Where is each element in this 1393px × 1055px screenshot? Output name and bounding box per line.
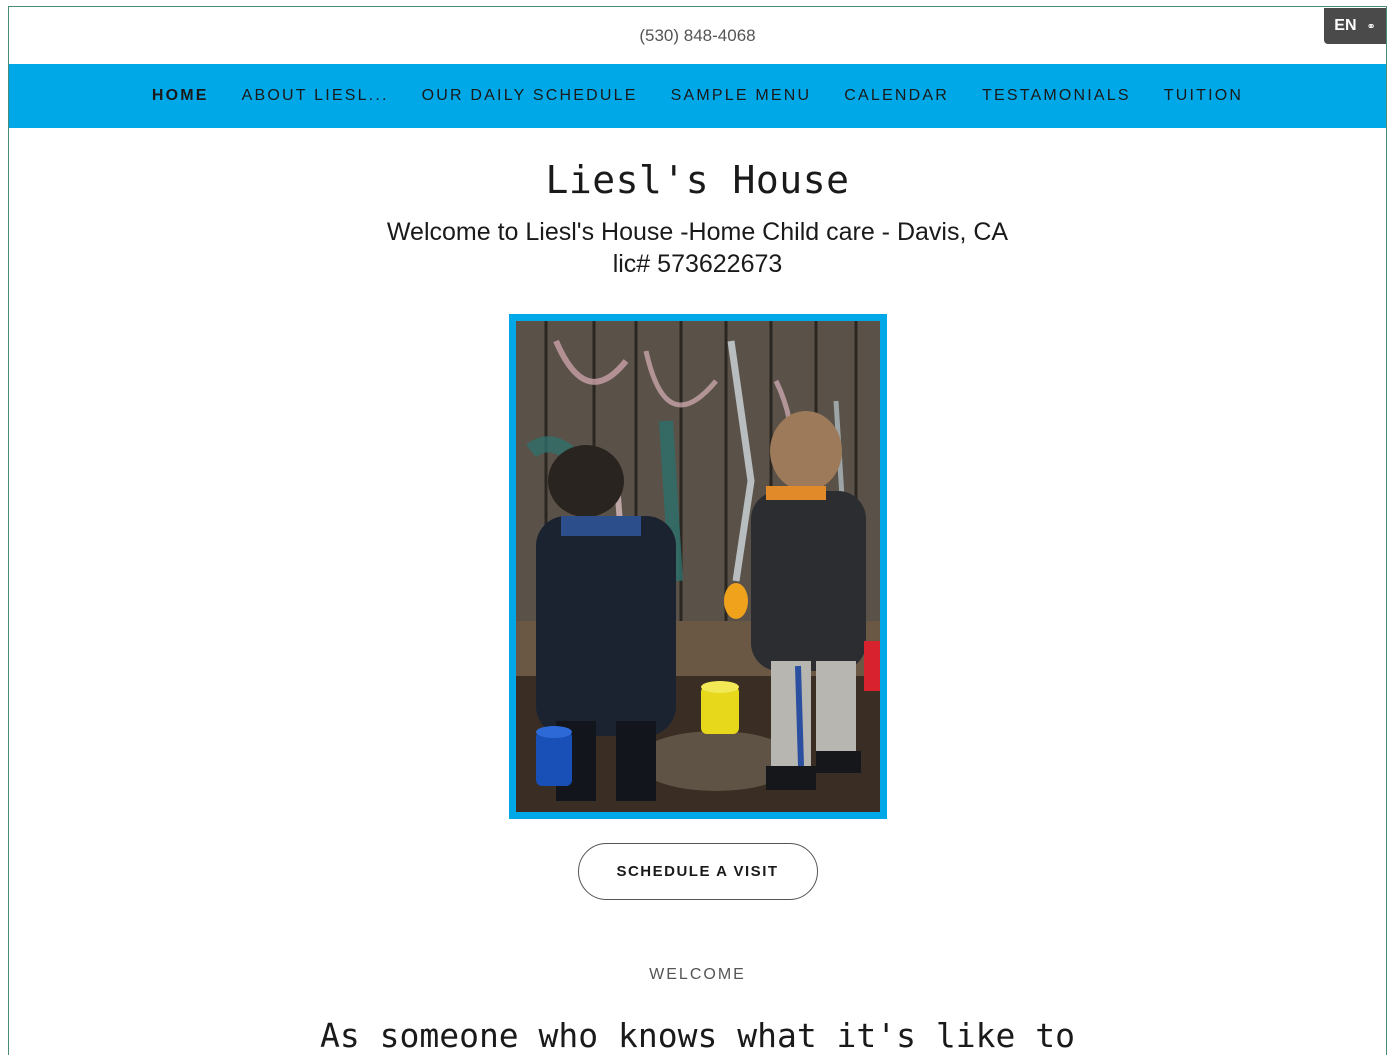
nav-item-about[interactable]: ABOUT LIESL... xyxy=(242,87,389,105)
nav-item-daily-schedule[interactable]: OUR DAILY SCHEDULE xyxy=(422,87,638,105)
welcome-label: WELCOME xyxy=(649,966,746,983)
page-frame: (530) 848-4068 EN ⚭ HOME ABOUT LIESL... … xyxy=(8,6,1387,1055)
nav-item-testimonials[interactable]: TESTAMONIALS xyxy=(982,87,1131,105)
top-bar: (530) 848-4068 xyxy=(9,7,1386,64)
children-painting-fence-image xyxy=(515,321,880,812)
phone-number[interactable]: (530) 848-4068 xyxy=(639,26,755,46)
nav-item-home[interactable]: HOME xyxy=(152,87,209,105)
hero-photo xyxy=(515,321,880,812)
globe-icon: ⚭ xyxy=(1366,20,1376,33)
language-label: EN xyxy=(1334,17,1357,34)
schedule-visit-button[interactable]: SCHEDULE A VISIT xyxy=(577,843,818,900)
subtitle-line-2: lic# 573622673 xyxy=(612,250,783,278)
language-selector[interactable]: EN ⚭ xyxy=(1324,8,1386,44)
main-nav: HOME ABOUT LIESL... OUR DAILY SCHEDULE S… xyxy=(9,64,1386,128)
nav-item-calendar[interactable]: CALENDAR xyxy=(844,87,949,105)
nav-item-tuition[interactable]: TUITION xyxy=(1164,87,1243,105)
site-title: Liesl's House xyxy=(545,158,850,202)
nav-item-sample-menu[interactable]: SAMPLE MENU xyxy=(671,87,812,105)
welcome-heading: As someone who knows what it's like to xyxy=(320,1016,1075,1055)
cta-row: SCHEDULE A VISIT xyxy=(9,843,1386,900)
hero-photo-frame xyxy=(508,314,887,819)
hero-subtitle: Welcome to Liesl's House -Home Child car… xyxy=(9,216,1386,280)
subtitle-line-1: Welcome to Liesl's House -Home Child car… xyxy=(386,218,1009,246)
